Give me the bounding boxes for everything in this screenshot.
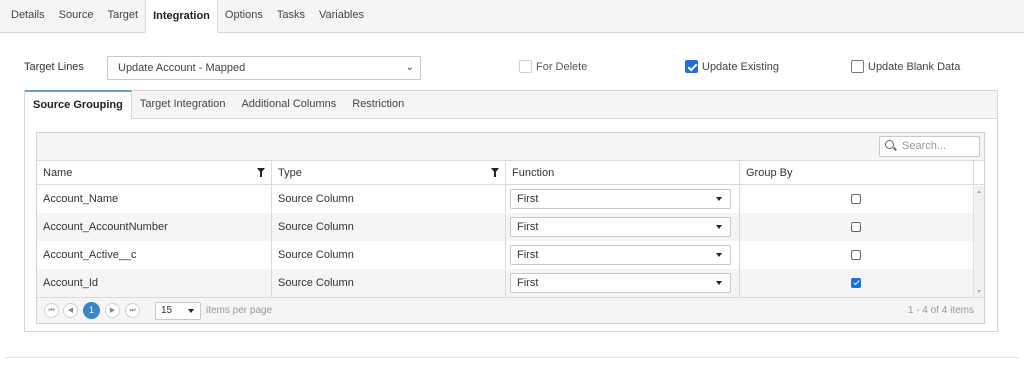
function-value: First xyxy=(517,221,539,233)
items-per-page-label: items per page xyxy=(206,305,273,316)
grid-pager: ⏮ ◀ 1 ▶ ⏭ 15 items per page 1 - 4 of 4 i… xyxy=(37,297,984,323)
prev-page-button[interactable]: ◀ xyxy=(63,303,78,318)
group-by-checkbox[interactable] xyxy=(851,194,861,204)
grid-header: Name Type Function Group By xyxy=(37,161,984,185)
target-lines-value: Update Account - Mapped xyxy=(118,62,246,74)
cell-name: Account_AccountNumber xyxy=(37,213,272,241)
search-icon xyxy=(885,140,894,149)
column-header-function[interactable]: Function xyxy=(506,161,740,185)
target-lines-select[interactable]: Update Account - Mapped ⌄ xyxy=(107,56,421,80)
cell-name: Account_Id xyxy=(37,269,272,297)
column-header-name[interactable]: Name xyxy=(37,161,272,185)
column-header-type[interactable]: Type xyxy=(272,161,506,185)
group-by-checkbox[interactable] xyxy=(851,278,861,288)
filter-icon[interactable] xyxy=(491,168,499,177)
tab-target-integration[interactable]: Target Integration xyxy=(132,90,234,118)
column-header-type-label: Type xyxy=(278,167,302,179)
cell-function: First xyxy=(506,241,740,269)
cell-function: First xyxy=(506,213,740,241)
page-button-current[interactable]: 1 xyxy=(83,302,100,319)
top-tab-bar: Details Source Target Integration Option… xyxy=(0,0,1024,33)
chevron-down-icon xyxy=(716,253,722,257)
target-lines-row: Target Lines Update Account - Mapped ⌄ F… xyxy=(5,56,1019,80)
for-delete-checkbox[interactable] xyxy=(519,60,532,73)
source-grouping-container: Source Grouping Target Integration Addit… xyxy=(24,90,998,332)
function-select[interactable]: First xyxy=(510,217,731,237)
cell-type: Source Column xyxy=(272,213,506,241)
chevron-down-icon: ⌄ xyxy=(405,62,414,73)
group-by-checkbox[interactable] xyxy=(851,250,861,260)
column-header-name-label: Name xyxy=(43,167,73,179)
page-size-value: 15 xyxy=(161,305,173,316)
tab-details[interactable]: Details xyxy=(4,0,52,32)
update-blank-data-option[interactable]: Update Blank Data xyxy=(851,60,960,73)
grid-body: Account_Name Source Column First Account… xyxy=(37,185,984,297)
cell-name: Account_Name xyxy=(37,185,272,213)
chevron-down-icon xyxy=(188,309,194,313)
tab-restriction[interactable]: Restriction xyxy=(344,90,412,118)
tab-variables[interactable]: Variables xyxy=(312,0,371,32)
cell-type: Source Column xyxy=(272,241,506,269)
tab-source[interactable]: Source xyxy=(52,0,101,32)
integration-panel: Target Lines Update Account - Mapped ⌄ F… xyxy=(5,38,1019,358)
source-grouping-grid: Search... Name Type Function Group By Ac… xyxy=(36,132,985,324)
chevron-down-icon xyxy=(716,281,722,285)
table-row[interactable]: Account_Name Source Column First xyxy=(37,185,984,213)
group-by-checkbox[interactable] xyxy=(851,222,861,232)
function-select[interactable]: First xyxy=(510,273,731,293)
search-input[interactable]: Search... xyxy=(879,136,980,157)
scroll-down-icon[interactable] xyxy=(977,290,981,293)
grid-toolbar: Search... xyxy=(37,133,984,161)
update-existing-checkbox[interactable] xyxy=(685,60,698,73)
function-value: First xyxy=(517,277,539,289)
tab-integration[interactable]: Integration xyxy=(145,0,218,33)
for-delete-label: For Delete xyxy=(536,60,588,73)
cell-group-by xyxy=(740,269,974,297)
update-existing-option[interactable]: Update Existing xyxy=(685,60,779,73)
cell-type: Source Column xyxy=(272,269,506,297)
tab-target[interactable]: Target xyxy=(100,0,145,32)
vertical-scrollbar[interactable] xyxy=(973,186,984,297)
function-select[interactable]: First xyxy=(510,189,731,209)
update-blank-data-label: Update Blank Data xyxy=(868,60,961,73)
inner-tab-bar: Source Grouping Target Integration Addit… xyxy=(25,90,997,119)
cell-group-by xyxy=(740,241,974,269)
table-row[interactable]: Account_AccountNumber Source Column Firs… xyxy=(37,213,984,241)
cell-function: First xyxy=(506,269,740,297)
update-blank-data-checkbox[interactable] xyxy=(851,60,864,73)
filter-icon[interactable] xyxy=(257,168,265,177)
search-placeholder: Search... xyxy=(902,140,947,152)
target-lines-label: Target Lines xyxy=(24,61,84,73)
scroll-up-icon[interactable] xyxy=(977,190,981,193)
next-page-button[interactable]: ▶ xyxy=(105,303,120,318)
column-header-group-by[interactable]: Group By xyxy=(740,161,974,185)
chevron-down-icon xyxy=(716,197,722,201)
tab-tasks[interactable]: Tasks xyxy=(270,0,312,32)
first-page-button[interactable]: ⏮ xyxy=(44,303,59,318)
cell-name: Account_Active__c xyxy=(37,241,272,269)
table-row[interactable]: Account_Id Source Column First xyxy=(37,269,984,297)
tab-source-grouping[interactable]: Source Grouping xyxy=(25,90,132,119)
page-size-select[interactable]: 15 xyxy=(155,302,201,320)
column-header-group-by-label: Group By xyxy=(746,167,793,179)
table-row[interactable]: Account_Active__c Source Column First xyxy=(37,241,984,269)
tab-additional-columns[interactable]: Additional Columns xyxy=(233,90,344,118)
for-delete-option[interactable]: For Delete xyxy=(519,60,587,73)
cell-function: First xyxy=(506,185,740,213)
chevron-down-icon xyxy=(716,225,722,229)
function-select[interactable]: First xyxy=(510,245,731,265)
cell-group-by xyxy=(740,213,974,241)
last-page-button[interactable]: ⏭ xyxy=(125,303,140,318)
cell-group-by xyxy=(740,185,974,213)
pager-info: 1 - 4 of 4 items xyxy=(907,305,974,316)
update-existing-label: Update Existing xyxy=(702,60,780,73)
function-value: First xyxy=(517,249,539,261)
tab-options[interactable]: Options xyxy=(218,0,270,32)
cell-type: Source Column xyxy=(272,185,506,213)
function-value: First xyxy=(517,193,539,205)
column-header-function-label: Function xyxy=(512,167,555,179)
